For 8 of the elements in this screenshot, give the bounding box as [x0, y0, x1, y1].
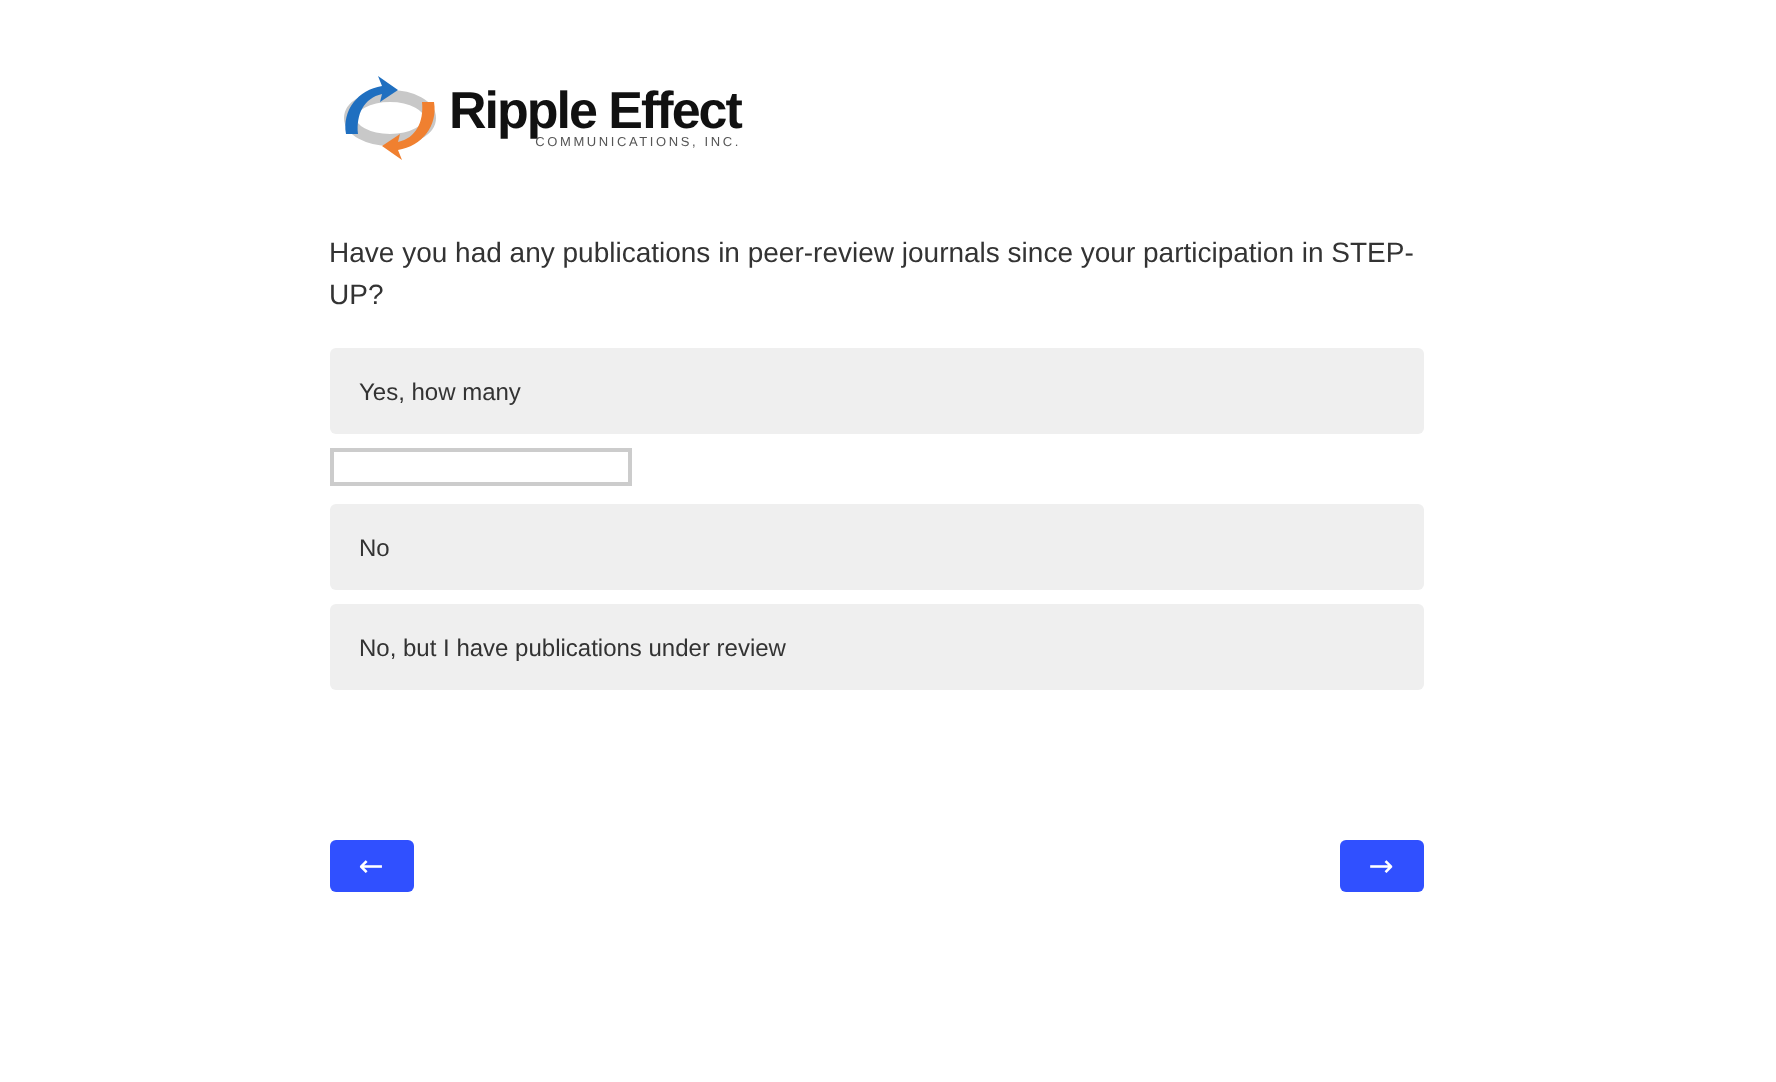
next-button[interactable]: → [1339, 840, 1423, 892]
back-button[interactable]: ← [329, 840, 413, 892]
answer-option[interactable]: No [329, 504, 1423, 590]
answer-option[interactable]: Yes, how many [329, 348, 1423, 434]
question-text: Have you had any publications in peer-review journals since your participation in STEP-UP? [329, 234, 1416, 314]
logo-name: Ripple Effect [449, 84, 741, 136]
count-input-field[interactable] [329, 448, 631, 486]
answer-option[interactable]: No, but I have publications under review [329, 604, 1423, 690]
